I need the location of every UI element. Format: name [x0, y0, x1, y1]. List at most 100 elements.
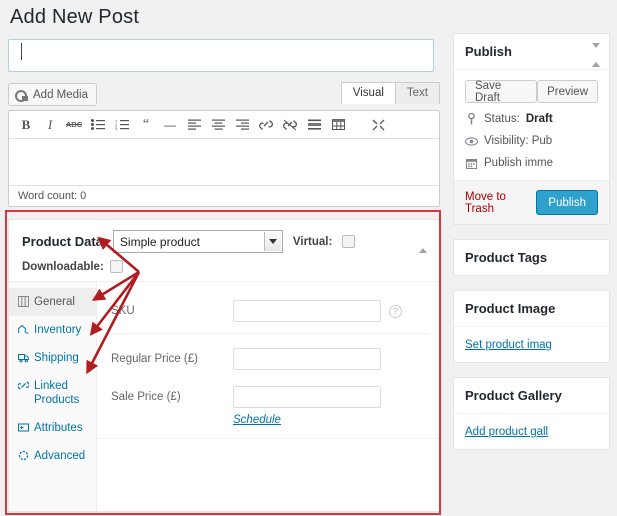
product-tab-attributes[interactable]: Attributes: [9, 414, 96, 442]
align-right-icon[interactable]: [231, 114, 253, 136]
product-tab-shipping[interactable]: Shipping: [9, 344, 96, 372]
editor-content-area[interactable]: [9, 139, 439, 185]
product-data-title: Product Data: [22, 234, 103, 249]
add-product-gallery-link[interactable]: Add product gall: [465, 426, 548, 438]
downloadable-checkbox[interactable]: [109, 260, 123, 273]
field-sale-price: Sale Price (£): [97, 382, 439, 412]
save-draft-button[interactable]: Save Draft: [465, 80, 538, 104]
insert-more-icon[interactable]: [303, 114, 325, 136]
field-divider: [111, 333, 429, 334]
virtual-checkbox[interactable]: [342, 235, 356, 248]
numbered-list-icon[interactable]: 123: [111, 114, 133, 136]
downloadable-label: Downloadable:: [22, 260, 104, 273]
align-left-icon[interactable]: [183, 114, 205, 136]
field-regular-price: Regular Price (£): [97, 344, 439, 374]
wordpress-add-new-post-screen: Add New Post Add Media Visual Text B I A…: [0, 0, 617, 516]
product-tab-label: Linked Products: [34, 380, 80, 406]
product-data-panel-general: SKU ? Regular Price (£) Sale Price (£) S…: [97, 282, 439, 511]
blockquote-icon[interactable]: “: [135, 114, 157, 136]
italic-icon[interactable]: I: [39, 114, 61, 136]
editor-top-bar: Add Media Visual Text: [8, 82, 440, 107]
product-data-tab-list: General Inventory Shipping Linked Produc…: [9, 282, 97, 511]
kitchen-sink-icon[interactable]: [327, 114, 349, 136]
bold-icon[interactable]: B: [15, 114, 37, 136]
product-tags-title: Product Tags: [465, 250, 548, 265]
visibility-row[interactable]: Visibility: Pub: [465, 135, 598, 147]
page-title: Add New Post: [10, 6, 140, 28]
product-tab-label: Shipping: [34, 352, 79, 364]
product-tab-label: Advanced: [34, 450, 86, 462]
product-type-value: Simple product: [119, 234, 200, 249]
linked-products-icon: [18, 380, 29, 391]
product-data-collapse-toggle[interactable]: [419, 234, 427, 253]
schedule-link[interactable]: Schedule: [233, 414, 281, 426]
horizontal-rule-icon[interactable]: —: [159, 114, 181, 136]
pin-icon: [465, 113, 478, 125]
panel-divider: [97, 438, 439, 439]
publish-box-title: Publish: [454, 34, 609, 70]
product-data-header: Product Data Simple product Virtual: Dow…: [9, 220, 439, 281]
field-label: Regular Price (£): [111, 353, 198, 365]
publish-button[interactable]: Publish: [536, 190, 598, 215]
regular-price-input[interactable]: [233, 348, 381, 370]
eye-icon: [465, 136, 478, 146]
product-gallery-collapse-toggle[interactable]: [592, 48, 600, 67]
help-icon[interactable]: ?: [389, 304, 402, 318]
field-label: Sale Price (£): [111, 391, 181, 403]
set-product-image-link[interactable]: Set product imag: [465, 339, 552, 351]
tab-visual[interactable]: Visual: [340, 82, 396, 104]
schedule-text: Publish imme: [484, 157, 554, 169]
product-image-body: Set product imag: [454, 327, 609, 362]
visibility-text: Visibility: Pub: [484, 135, 553, 147]
advanced-icon: [18, 450, 29, 461]
sale-price-input[interactable]: [233, 386, 381, 408]
shipping-icon: [18, 352, 29, 363]
editor-mode-tabs: Visual Text: [340, 82, 440, 104]
strikethrough-icon[interactable]: ABC: [63, 114, 85, 136]
tab-text[interactable]: Text: [394, 82, 440, 104]
product-tab-linked-products[interactable]: Linked Products: [9, 372, 96, 414]
product-tab-advanced[interactable]: Advanced: [9, 442, 96, 470]
unlink-icon[interactable]: [279, 114, 301, 136]
product-tab-label: Inventory: [34, 324, 82, 336]
product-tab-inventory[interactable]: Inventory: [9, 316, 96, 344]
main-column: Add New Post Add Media Visual Text B I A…: [8, 0, 440, 512]
field-label: SKU: [111, 305, 135, 317]
product-tab-general[interactable]: General: [9, 288, 96, 316]
product-tab-label: Attributes: [34, 422, 83, 434]
publish-box: Publish Save Draft Preview Status: Draft: [453, 33, 610, 225]
product-data-body: General Inventory Shipping Linked Produc…: [9, 281, 439, 511]
product-gallery-box: Product Gallery Add product gall: [453, 48, 610, 450]
publish-box-footer: Move to Trash Publish: [454, 180, 609, 224]
sku-input[interactable]: [233, 300, 381, 322]
align-center-icon[interactable]: [207, 114, 229, 136]
product-gallery-title: Product Gallery: [454, 378, 609, 414]
media-icon: [15, 89, 28, 102]
field-sku: SKU ?: [97, 296, 439, 326]
product-data-metabox: Product Data Simple product Virtual: Dow…: [8, 219, 440, 512]
status-value: Draft: [525, 113, 553, 125]
fullscreen-icon[interactable]: [367, 114, 389, 136]
add-media-label: Add Media: [33, 88, 88, 101]
bulleted-list-icon[interactable]: [87, 114, 109, 136]
status-row[interactable]: Status: Draft: [465, 113, 598, 125]
text-caret: [21, 43, 22, 60]
move-to-trash-link[interactable]: Move to Trash: [465, 191, 536, 215]
product-tags-box: Product Tags: [453, 43, 610, 276]
schedule-row[interactable]: Publish imme: [465, 157, 598, 169]
status-label: Status:: [484, 113, 520, 125]
post-title-input[interactable]: [8, 39, 434, 72]
calendar-icon: [465, 158, 478, 169]
preview-button[interactable]: Preview: [537, 80, 598, 103]
product-type-select[interactable]: Simple product: [112, 230, 283, 253]
product-gallery-body: Add product gall: [454, 414, 609, 449]
publish-box-body: Save Draft Preview Status: Draft Visibil…: [454, 70, 609, 180]
chevron-down-icon: [263, 232, 281, 251]
attributes-icon: [18, 422, 29, 433]
link-icon[interactable]: [255, 114, 277, 136]
virtual-label: Virtual:: [292, 235, 333, 248]
add-media-button[interactable]: Add Media: [8, 83, 97, 106]
editor-toolbar: B I ABC 123 “ —: [9, 111, 439, 139]
product-tab-label: General: [34, 296, 75, 308]
